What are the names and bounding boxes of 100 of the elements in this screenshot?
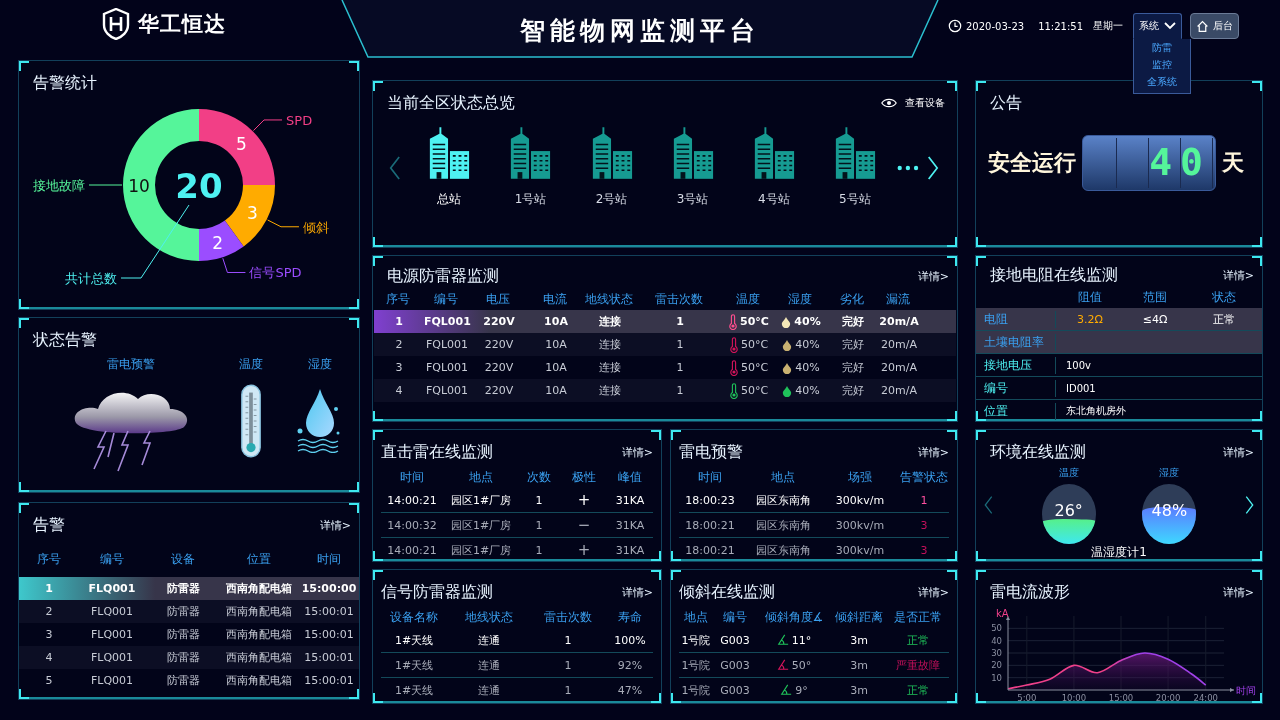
table-cell-text: 220V (483, 384, 515, 397)
station-item[interactable]: 3号站 (652, 127, 734, 208)
details-link[interactable]: 详情> (1222, 267, 1254, 283)
table-cell-text: G003 (719, 633, 751, 647)
details-link[interactable]: 详情> (1222, 584, 1254, 600)
station-item[interactable]: 2号站 (571, 127, 653, 208)
details-link[interactable]: 详情> (917, 444, 949, 460)
details-link[interactable]: 详情> (917, 584, 949, 600)
menu-item[interactable]: 全系统 (1147, 75, 1178, 89)
table-cell-text: 3 (394, 361, 404, 374)
chevron-left-icon[interactable] (389, 153, 401, 182)
table-cell-text: 18:00:21 (684, 543, 736, 557)
table-row[interactable]: 5 FLQ001 防雷器 西南角配电箱 15:00:01 (19, 669, 359, 692)
data-label: 2 (212, 233, 223, 254)
table-cell-text: 园区1#厂房 (449, 492, 513, 508)
safe-run-label: 安全运行 (988, 149, 1076, 177)
y-tick-label: 20 (991, 660, 1002, 671)
table-row[interactable]: 1#天线 连通 1 92% (381, 653, 653, 678)
total-label: 共计总数 (65, 271, 117, 286)
more-icon[interactable] (897, 164, 920, 171)
table-row[interactable]: 14:00:21 园区1#厂房 1 + 31KA (381, 488, 653, 513)
table-cell-text: 1 (563, 633, 573, 647)
table-cell-text: 92% (616, 658, 644, 672)
table-row[interactable]: 1 FQL001 220V 10A 连接 1 50°C 40% 完好 20m/A (374, 310, 956, 333)
table-cell-text: 3.2Ω (1076, 312, 1104, 326)
days-unit: 天 (1222, 149, 1244, 177)
table-row[interactable]: 3 FQL001 220V 10A 连接 1 50°C 40% 完好 20m/A (374, 356, 956, 379)
days-count: 40 (1149, 140, 1211, 184)
details-link[interactable]: 详情> (621, 444, 653, 460)
table-cell-text: + (576, 491, 592, 509)
table-cell-text: FLQ001 (89, 605, 135, 618)
table-row[interactable]: 4 FLQ001 防雷器 西南角配电箱 15:00:01 (19, 646, 359, 669)
table-cell-text: 18:00:21 (684, 518, 736, 532)
column-header: 地线状态 (584, 290, 634, 308)
chevron-left-icon[interactable] (984, 494, 993, 516)
table-cell-text: 47% (616, 683, 644, 697)
x-axis-label: 时间 (1236, 685, 1256, 696)
table-row[interactable]: 1号院 G003 9° 3m 正常 (679, 678, 949, 702)
details-link[interactable]: 详情> (1222, 444, 1254, 460)
table-cell-text: FLQ001 (89, 651, 135, 664)
station-item[interactable]: 4号站 (733, 127, 815, 208)
system-dropdown[interactable]: 系统 (1133, 13, 1183, 39)
details-link[interactable]: 详情> (621, 584, 653, 600)
menu-item[interactable]: 防雷 (1152, 41, 1173, 55)
table-cell: FQL001 (424, 361, 470, 374)
legend-label: 倾斜 (302, 219, 329, 235)
panel-title: 告警统计 (33, 72, 97, 94)
table-row[interactable]: 18:00:23 园区东南角 300kv/m 1 (679, 488, 949, 513)
column-header: 峰值 (617, 468, 643, 486)
table-cell-text: 2 (394, 338, 404, 351)
table-row[interactable]: 4 FQL001 220V 10A 连接 1 50°C 40% 完好 20m/A (374, 379, 956, 402)
table-cell-text: 1#天线 (393, 657, 435, 673)
column-header: 电压 (485, 290, 511, 308)
table-row[interactable]: 3 FLQ001 防雷器 西南角配电箱 15:00:01 (19, 623, 359, 646)
x-tick-label: 24:00 (1193, 693, 1218, 703)
table-cell-text: 4 (394, 384, 404, 397)
table-cell-text: 10A (544, 384, 568, 397)
legend-label: 接地故障 (33, 178, 85, 193)
table-row[interactable]: 2 FQL001 220V 10A 连接 1 50°C 40% 完好 20m/A (374, 333, 956, 356)
details-link[interactable]: 详情> (917, 268, 949, 284)
table-row[interactable]: 14:00:21 园区1#厂房 1 + 31KA (381, 538, 653, 562)
view-devices-link[interactable]: 查看设备 (881, 96, 945, 110)
back-button[interactable]: 后台 (1190, 13, 1240, 39)
column-header: 编号 (433, 290, 459, 308)
column-header: 地线状态 (464, 608, 514, 626)
station-item[interactable]: 总站 (408, 127, 490, 208)
panel-title: 当前全区状态总览 (387, 92, 515, 114)
table-cell-text: 西南角配电箱 (225, 581, 293, 596)
details-link[interactable]: 详情> (319, 517, 351, 533)
table-row[interactable]: 1#天线 连通 1 47% (381, 678, 653, 702)
table-row[interactable]: 1号院 G003 50° 3m 严重故障 (679, 653, 949, 678)
device-name: 温湿度计1 (1091, 544, 1147, 561)
table-cell-text: 10A (544, 338, 568, 351)
menu-item[interactable]: 监控 (1152, 58, 1173, 72)
table-cell: 9° (795, 683, 808, 697)
chevron-right-icon[interactable] (1244, 494, 1254, 516)
logo-text: 华工恒达 (138, 11, 226, 38)
station-item[interactable]: 1号站 (489, 127, 571, 208)
table-cell-text: 15:00:01 (303, 628, 355, 641)
table-row[interactable]: 18:00:21 园区东南角 300kv/m 3 (679, 513, 949, 538)
table-row[interactable]: 18:00:21 园区东南角 300kv/m 3 (679, 538, 949, 562)
table-cell-text: 1 (563, 683, 573, 697)
table-cell-text: 10A (543, 315, 569, 328)
table-cell-text: 300kv/m (834, 543, 886, 557)
station-item[interactable]: 5号站 (814, 127, 896, 208)
table-cell-text: 31KA (614, 493, 646, 507)
table-cell-text: 15:00:01 (303, 674, 355, 687)
table-row[interactable]: 1号院 G003 11° 3m 正常 (679, 628, 949, 653)
table-cell-text: 15:00:00 (300, 582, 358, 595)
table-cell-text: 1 (919, 493, 929, 507)
table-row[interactable]: 14:00:32 园区1#厂房 1 − 31KA (381, 513, 653, 538)
table-row[interactable]: 1#天线 连通 1 100% (381, 628, 653, 653)
column-header: 漏流 (885, 290, 911, 308)
column-header: 极性 (571, 468, 597, 486)
table-row[interactable]: 2 FLQ001 防雷器 西南角配电箱 15:00:01 (19, 600, 359, 623)
table-cell-text: 1 (675, 384, 685, 397)
table-cell-text: 西南角配电箱 (225, 673, 293, 688)
x-tick-label: 15:00 (1108, 693, 1134, 703)
table-row[interactable]: 1 FLQ001 防雷器 西南角配电箱 15:00:00 (19, 577, 359, 600)
gauge-label: 湿度 (1159, 466, 1180, 480)
